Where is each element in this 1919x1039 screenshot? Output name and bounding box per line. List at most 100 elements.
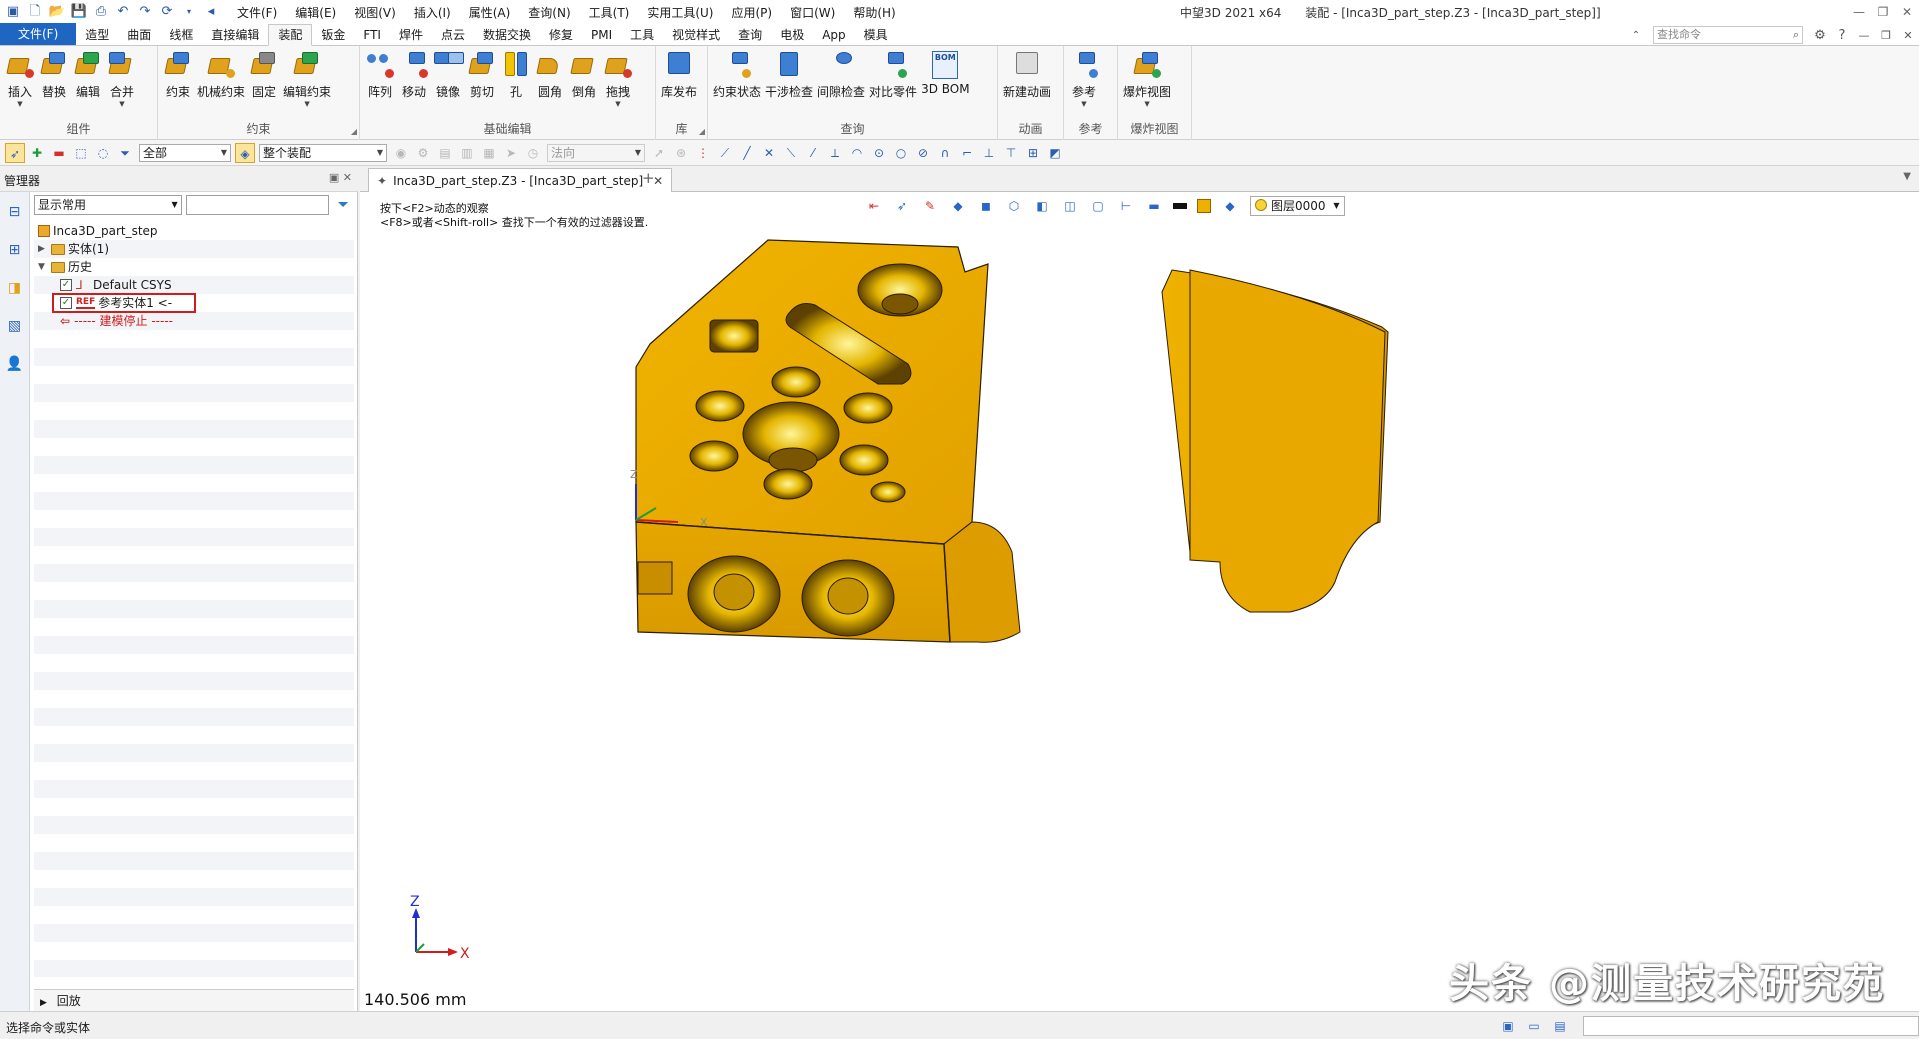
snap-grid-icon[interactable]: ⊞ <box>1023 143 1043 163</box>
filter-icon[interactable]: ⏷ <box>115 143 135 163</box>
display-filter-select[interactable]: 显示常用 ▼ <box>34 195 182 215</box>
tab-modeling[interactable]: 造型 <box>76 25 118 45</box>
remove-icon[interactable]: ▬ <box>49 143 69 163</box>
group-launcher-icon[interactable]: ◢ <box>699 127 705 136</box>
tree-search-input[interactable] <box>185 195 330 215</box>
tab-tools[interactable]: 工具 <box>621 25 663 45</box>
menu-apps[interactable]: 应用(P) <box>723 4 782 21</box>
tab-direct-edit[interactable]: 直接编辑 <box>202 25 268 45</box>
3d-viewport[interactable]: 按下<F2>动态的观察 <F8>或者<Shift-roll> 查找下一个有效的过… <box>360 192 1919 1011</box>
visibility-checkbox[interactable]: ✓ <box>60 279 72 291</box>
snap-endpoint-icon[interactable]: ╱ <box>737 143 757 163</box>
tab-weldment[interactable]: 焊件 <box>390 25 432 45</box>
tab-point-cloud[interactable]: 点云 <box>432 25 474 45</box>
tab-sheet-metal[interactable]: 钣金 <box>312 25 354 45</box>
tab-mold[interactable]: 模具 <box>855 25 897 45</box>
replay-section[interactable]: ▶ 回放 <box>34 989 354 1011</box>
chevron-down-icon[interactable]: ▾ <box>180 3 198 21</box>
tab-app[interactable]: App <box>813 25 854 45</box>
snap-center-icon[interactable]: ⊙ <box>869 143 889 163</box>
menu-insert[interactable]: 插入(I) <box>405 4 460 21</box>
tab-pmi[interactable]: PMI <box>582 25 621 45</box>
pick-select-icon[interactable]: ➶ <box>5 142 25 163</box>
pin-icon[interactable]: ✦ <box>377 170 387 192</box>
back-arrow-icon[interactable]: ◂ <box>202 3 220 21</box>
collapse-arrow-icon[interactable]: ▼ <box>38 258 48 276</box>
add-tab-icon[interactable]: + <box>642 169 655 187</box>
tab-overflow-icon[interactable]: ▼ <box>1903 171 1911 182</box>
snap-vertex-icon[interactable]: ⊤ <box>1001 143 1021 163</box>
tab-inquire[interactable]: 查询 <box>729 25 771 45</box>
save-icon[interactable]: 💾 <box>70 3 88 21</box>
tab-data-exchange[interactable]: 数据交换 <box>474 25 540 45</box>
close-icon[interactable]: ✕ <box>343 171 352 184</box>
menu-window[interactable]: 窗口(W) <box>781 4 844 21</box>
undo-icon[interactable]: ↶ <box>114 3 132 21</box>
box-select-icon[interactable]: ⬚ <box>71 143 91 163</box>
snap-face-icon[interactable]: ⊥ <box>979 143 999 163</box>
expand-arrow-icon[interactable]: ▶ <box>40 998 47 1008</box>
collapse-ribbon-icon[interactable]: ⌃ <box>1625 30 1647 41</box>
close-icon[interactable]: ✕ <box>653 170 663 192</box>
user-icon[interactable]: 👤 <box>3 352 27 376</box>
menu-attribute[interactable]: 属性(A) <box>460 4 520 21</box>
document-tab[interactable]: ✦ Inca3D_part_step.Z3 - [Inca3D_part_ste… <box>368 168 673 192</box>
snap-perp-icon[interactable]: ⟂ <box>825 143 845 163</box>
pin-icon[interactable]: ▣ <box>329 171 339 184</box>
tab-electrode[interactable]: 电极 <box>771 25 813 45</box>
menu-view[interactable]: 视图(V) <box>345 4 405 21</box>
tab-repair[interactable]: 修复 <box>540 25 582 45</box>
tree-node-history[interactable]: ▼ 历史 <box>38 258 92 276</box>
restore-icon[interactable]: ❐ <box>1871 0 1895 24</box>
snap-intersect-icon[interactable]: ✕ <box>759 143 779 163</box>
help-icon[interactable]: ? <box>1831 28 1853 43</box>
tab-assembly[interactable]: 装配 <box>268 24 313 46</box>
add-icon[interactable]: ✚ <box>27 143 47 163</box>
funnel-icon[interactable]: ⏷ <box>333 195 353 215</box>
tree-node-root[interactable]: Inca3D_part_step <box>38 222 158 240</box>
print-icon[interactable]: ⎙ <box>92 3 110 21</box>
lasso-icon[interactable]: ◌ <box>93 143 113 163</box>
menu-edit[interactable]: 编辑(E) <box>286 4 345 21</box>
menu-tools[interactable]: 工具(T) <box>580 4 639 21</box>
snap-arc-icon[interactable]: ◠ <box>847 143 867 163</box>
restore-icon[interactable]: ❐ <box>1875 29 1897 42</box>
command-search-input[interactable]: 查找命令 ⌕ <box>1653 26 1803 44</box>
minimize-icon[interactable]: — <box>1853 29 1875 42</box>
snap-midpoint-icon[interactable]: ⟋ <box>715 143 735 163</box>
assembly-manager-icon[interactable]: ⊞ <box>3 238 27 262</box>
view-manager-icon[interactable]: ▧ <box>3 314 27 338</box>
app-logo-icon[interactable]: ▣ <box>4 3 22 21</box>
monitor-icon[interactable]: ▭ <box>1524 1016 1544 1036</box>
snap-circle-icon[interactable]: ○ <box>891 143 911 163</box>
snap-line-icon[interactable]: ⁄ <box>803 143 823 163</box>
filter-select[interactable]: 全部 ▼ <box>139 143 231 162</box>
snap-tangent-icon[interactable]: ⟍ <box>781 143 801 163</box>
modeling-stop-marker[interactable]: ⇦ ----- 建模停止 ----- <box>60 312 173 330</box>
refresh-icon[interactable]: ⟳ <box>158 3 176 21</box>
window-icon[interactable]: ▤ <box>1550 1016 1570 1036</box>
tab-fti[interactable]: FTI <box>354 25 390 45</box>
tab-visual-style[interactable]: 视觉样式 <box>663 25 729 45</box>
tree-node-solids[interactable]: ▶ 实体(1) <box>38 240 109 258</box>
close-icon[interactable]: ✕ <box>1895 0 1919 24</box>
new-file-icon[interactable]: 🗋 <box>26 3 44 21</box>
search-icon[interactable]: ⌕ <box>1793 27 1799 43</box>
menu-inquire[interactable]: 查询(N) <box>519 4 579 21</box>
redo-icon[interactable]: ↷ <box>136 3 154 21</box>
expand-arrow-icon[interactable]: ▶ <box>38 240 48 258</box>
tree-node-default-csys[interactable]: ✓ ⅃ Default CSYS <box>60 276 172 294</box>
menu-file[interactable]: 文件(F) <box>228 4 286 21</box>
snap-curve-icon[interactable]: ∩ <box>935 143 955 163</box>
assembly-scope-icon[interactable]: ◈ <box>235 142 255 163</box>
snap-quadrant-icon[interactable]: ⊘ <box>913 143 933 163</box>
layout-icon[interactable]: ▣ <box>1498 1016 1518 1036</box>
scope-select[interactable]: 整个装配 ▼ <box>259 143 387 162</box>
part-library-icon[interactable]: ◨ <box>3 276 27 300</box>
gear-icon[interactable]: ⚙ <box>1809 28 1831 43</box>
tab-wireframe[interactable]: 线框 <box>160 25 202 45</box>
minimize-icon[interactable]: — <box>1847 0 1871 24</box>
snap-edge-icon[interactable]: ⌐ <box>957 143 977 163</box>
tab-file[interactable]: 文件(F) <box>0 23 77 45</box>
history-manager-icon[interactable]: ⊟ <box>3 200 27 224</box>
